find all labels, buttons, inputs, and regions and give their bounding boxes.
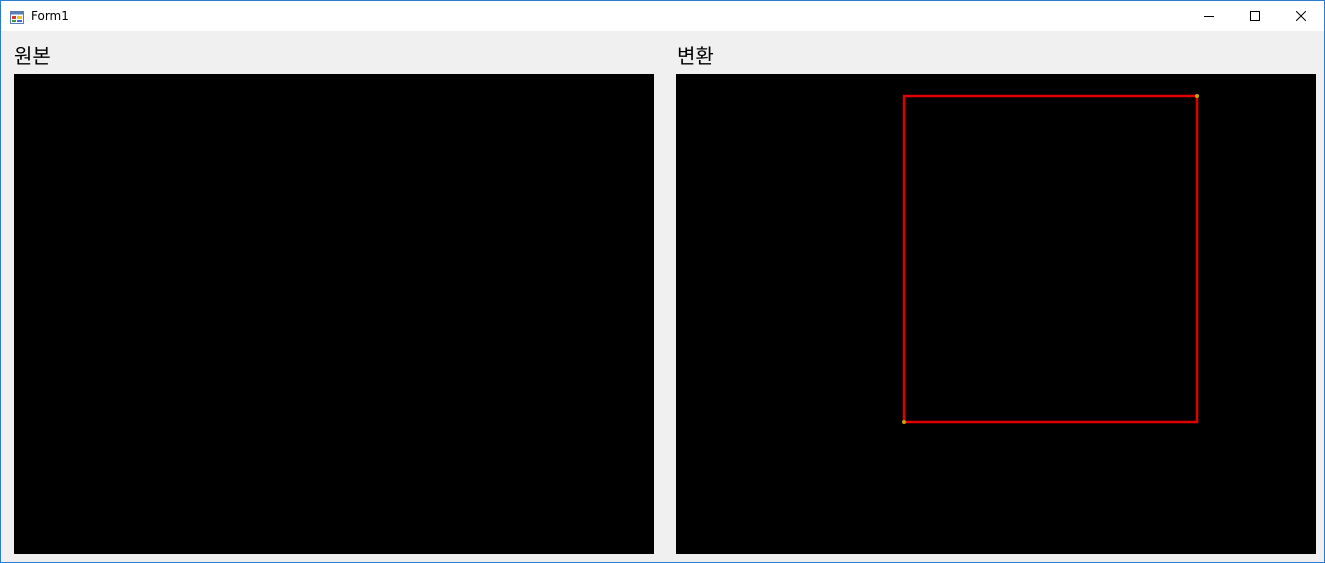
- maximize-icon: [1250, 11, 1260, 21]
- main-window: Form1 원본 변환: [0, 0, 1325, 563]
- original-label: 원본: [14, 44, 51, 68]
- close-icon: [1296, 11, 1306, 21]
- minimize-icon: [1204, 16, 1214, 17]
- corner-marker-top-right: [1195, 94, 1199, 98]
- minimize-button[interactable]: [1186, 1, 1232, 31]
- title-bar[interactable]: Form1: [1, 1, 1324, 31]
- converted-label: 변환: [677, 44, 714, 68]
- maximize-button[interactable]: [1232, 1, 1278, 31]
- transformed-rectangle: [902, 94, 1199, 424]
- window-title: Form1: [31, 9, 69, 23]
- close-button[interactable]: [1278, 1, 1324, 31]
- converted-canvas: [902, 94, 1199, 424]
- app-icon[interactable]: [10, 9, 24, 24]
- original-picture-box[interactable]: [14, 74, 654, 554]
- corner-marker-bottom-left: [902, 420, 906, 424]
- converted-picture-box[interactable]: [676, 74, 1316, 554]
